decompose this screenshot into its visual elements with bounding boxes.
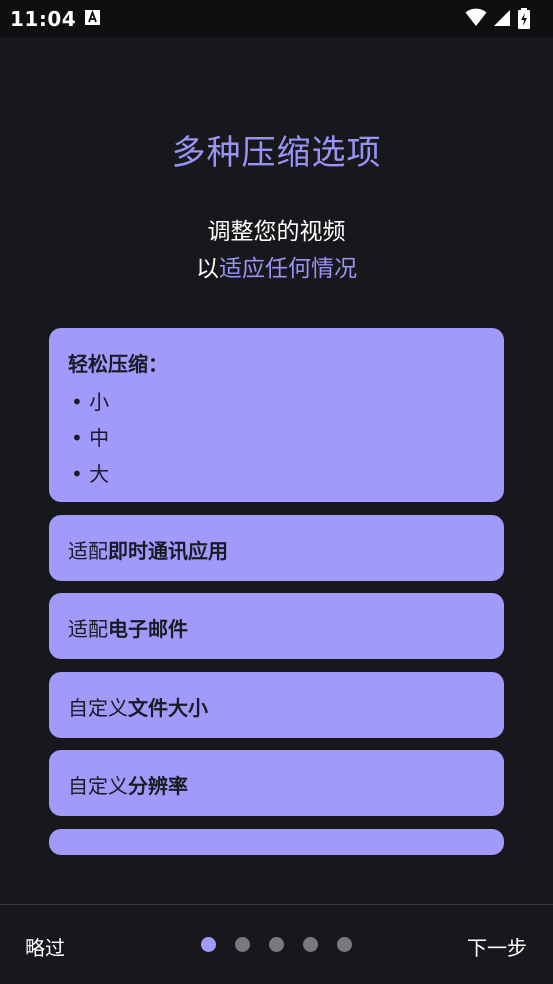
easy-compression-heading: 轻松压缩： — [68, 352, 168, 376]
option-large: • 大 — [71, 462, 110, 486]
email-bold: 电子邮件 — [108, 617, 188, 641]
status-icons — [465, 8, 545, 30]
messaging-apps-text: 适配即时通讯应用 — [68, 535, 228, 564]
subtitle-line-1: 调整您的视频 — [207, 219, 346, 245]
email-card: 适配电子邮件 — [49, 593, 504, 659]
page-dot-5[interactable] — [337, 937, 352, 952]
custom-resolution-card: 自定义分辨率 — [49, 750, 504, 816]
resolution-bold: 分辨率 — [128, 774, 188, 798]
text-notification-icon — [84, 9, 101, 26]
option-medium: • 中 — [71, 426, 110, 450]
easy-compression-card: 轻松压缩： • 小 • 中 • 大 — [49, 328, 504, 502]
partial-card — [49, 829, 504, 855]
subtitle-accent: 适应任何情况 — [219, 256, 357, 282]
bottom-navigation: 略过 下一步 — [0, 905, 553, 984]
status-bar: 11:04 — [0, 0, 553, 37]
page-dot-1[interactable] — [201, 937, 216, 952]
subtitle-prefix: 以 — [196, 256, 219, 282]
messaging-bold: 即时通讯应用 — [108, 539, 228, 563]
status-time: 11:04 — [10, 7, 77, 31]
resolution-prefix: 自定义 — [68, 774, 128, 798]
resolution-text: 自定义分辨率 — [68, 770, 188, 799]
subtitle-line-2: 以适应任何情况 — [0, 249, 553, 283]
page-dot-4[interactable] — [303, 937, 318, 952]
page-title: 多种压缩选项 — [171, 133, 382, 173]
next-button[interactable]: 下一步 — [467, 932, 527, 961]
page-dot-2[interactable] — [235, 937, 250, 952]
email-text: 适配电子邮件 — [68, 613, 188, 642]
messaging-apps-card: 适配即时通讯应用 — [49, 515, 504, 581]
option-small: • 小 — [71, 390, 110, 414]
file-size-text: 自定义文件大小 — [68, 692, 208, 721]
messaging-prefix: 适配 — [68, 539, 108, 563]
skip-button[interactable]: 略过 — [25, 932, 65, 961]
file-size-prefix: 自定义 — [68, 696, 128, 720]
page-dot-3[interactable] — [269, 937, 284, 952]
file-size-bold: 文件大小 — [128, 696, 208, 720]
custom-file-size-card: 自定义文件大小 — [49, 672, 504, 738]
email-prefix: 适配 — [68, 617, 108, 641]
